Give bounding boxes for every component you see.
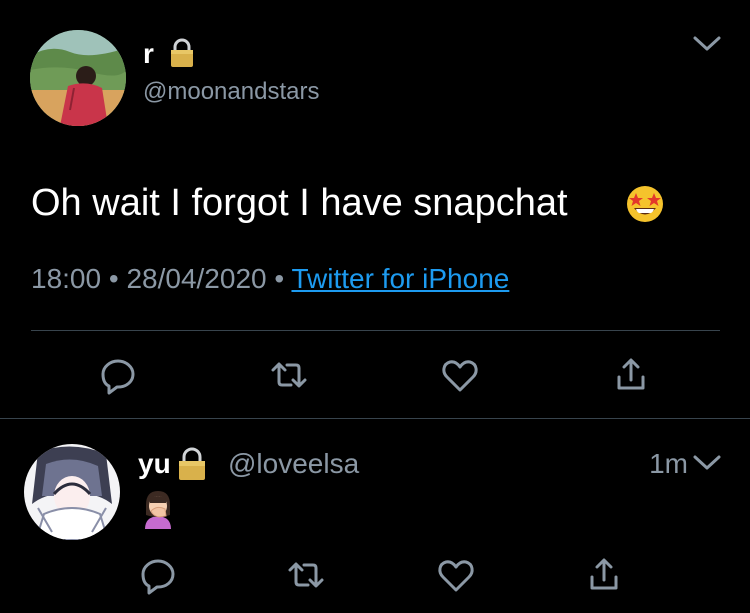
reply-timestamp: 1m [649,448,688,479]
reply-icon[interactable] [98,355,138,395]
tweet-date: 28/04/2020 [126,263,267,294]
meta-separator: • [274,263,285,294]
chevron-down-icon[interactable] [692,33,722,60]
share-icon[interactable] [584,555,624,595]
reply-icon[interactable] [138,555,178,595]
like-icon[interactable] [440,355,480,395]
retweet-icon[interactable] [269,355,309,395]
display-name[interactable]: yu [138,448,171,480]
lock-icon [176,447,208,486]
avatar[interactable] [24,444,120,540]
share-icon[interactable] [611,355,651,395]
retweet-icon[interactable] [286,555,326,595]
user-handle[interactable]: @loveelsa [228,448,359,480]
lock-icon [169,38,195,73]
avatar-image [24,444,120,540]
user-handle[interactable]: @moonandstars [143,78,319,106]
avatar-image [30,30,126,126]
divider [31,330,720,331]
divider [0,418,750,419]
woman-facepalming-emoji [139,489,177,534]
meta-separator: • [108,263,119,294]
star-struck-emoji [624,183,666,228]
display-name[interactable]: r [143,38,154,70]
tweet-source-link[interactable]: Twitter for iPhone [291,263,509,294]
tweet-time: 18:00 [31,263,102,294]
tweet-meta: 18:00 • 28/04/2020 • Twitter for iPhone [31,262,509,296]
like-icon[interactable] [436,555,476,595]
avatar[interactable] [30,30,126,126]
tweet-text: Oh wait I forgot I have snapchat [31,182,568,224]
chevron-down-icon[interactable] [692,452,722,479]
